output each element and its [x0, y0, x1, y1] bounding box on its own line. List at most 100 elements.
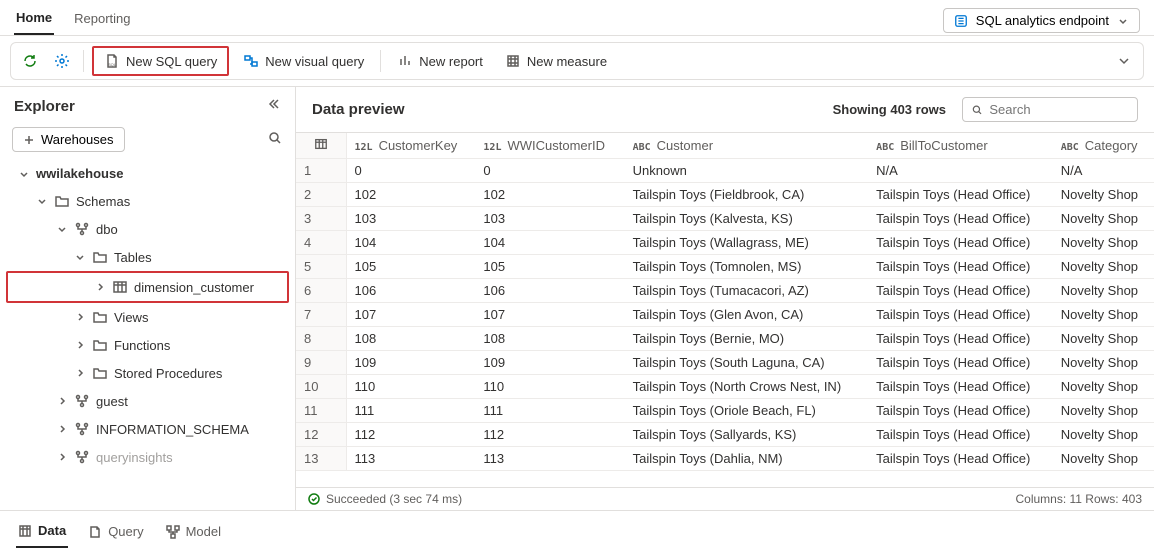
- data-cell: Novelty Shop: [1053, 351, 1154, 375]
- tree-node-schemas[interactable]: Schemas: [0, 187, 295, 215]
- bottom-tab-model[interactable]: Model: [164, 520, 223, 547]
- chevron-right-icon: [74, 311, 86, 323]
- tree-node-queryinsights[interactable]: queryinsights: [0, 443, 295, 471]
- table-row[interactable]: 11111111Tailspin Toys (Oriole Beach, FL)…: [296, 399, 1154, 423]
- chevron-right-icon: [56, 451, 68, 463]
- model-icon: [166, 525, 180, 539]
- database-icon: [954, 14, 968, 28]
- tree-label: dbo: [96, 222, 118, 237]
- chevron-right-icon: [94, 281, 106, 293]
- table-icon: [314, 137, 328, 151]
- data-cell: Novelty Shop: [1053, 231, 1154, 255]
- tree-node-information-schema[interactable]: INFORMATION_SCHEMA: [0, 415, 295, 443]
- column-header[interactable]: ABCCustomer: [625, 133, 869, 159]
- new-measure-button[interactable]: New measure: [497, 48, 615, 74]
- data-cell: 107: [346, 303, 475, 327]
- add-warehouses-button[interactable]: Warehouses: [12, 127, 125, 152]
- table-row[interactable]: 8108108Tailspin Toys (Bernie, MO)Tailspi…: [296, 327, 1154, 351]
- explorer-search-button[interactable]: [267, 130, 283, 149]
- chevron-right-icon: [74, 367, 86, 379]
- preview-row-count: Showing 403 rows: [833, 102, 946, 117]
- collapse-explorer-button[interactable]: [267, 97, 281, 115]
- table-row[interactable]: 3103103Tailspin Toys (Kalvesta, KS)Tails…: [296, 207, 1154, 231]
- type-indicator: ABC: [1061, 142, 1079, 153]
- data-cell: 105: [346, 255, 475, 279]
- data-cell: Tailspin Toys (Head Office): [868, 447, 1053, 471]
- tree-node-dbo[interactable]: dbo: [0, 215, 295, 243]
- bottom-tab-data[interactable]: Data: [16, 519, 68, 548]
- tab-home[interactable]: Home: [14, 6, 54, 35]
- success-icon: [308, 493, 320, 505]
- table-row[interactable]: 9109109Tailspin Toys (South Laguna, CA)T…: [296, 351, 1154, 375]
- data-cell: Tailspin Toys (South Laguna, CA): [625, 351, 869, 375]
- endpoint-dropdown[interactable]: SQL analytics endpoint: [943, 8, 1140, 33]
- chevron-down-icon: [1116, 53, 1132, 69]
- data-cell: 111: [346, 399, 475, 423]
- data-cell: N/A: [868, 159, 1053, 183]
- new-report-button[interactable]: New report: [389, 48, 491, 74]
- type-indicator: 12L: [483, 142, 501, 153]
- bottom-tab-label: Data: [38, 523, 66, 538]
- divider: [83, 50, 84, 72]
- table-row[interactable]: 7107107Tailspin Toys (Glen Avon, CA)Tail…: [296, 303, 1154, 327]
- column-header[interactable]: ABCCategory: [1053, 133, 1154, 159]
- table-row[interactable]: 100UnknownN/AN/A: [296, 159, 1154, 183]
- refresh-button[interactable]: [17, 48, 43, 74]
- table-row[interactable]: 12112112Tailspin Toys (Sallyards, KS)Tai…: [296, 423, 1154, 447]
- status-text: Succeeded (3 sec 74 ms): [326, 492, 462, 506]
- chevron-down-icon: [36, 195, 48, 207]
- tree-node-functions[interactable]: Functions: [0, 331, 295, 359]
- data-cell: Tailspin Toys (Kalvesta, KS): [625, 207, 869, 231]
- tree-label: queryinsights: [96, 450, 173, 465]
- new-sql-query-button[interactable]: SQL New SQL query: [92, 46, 229, 76]
- data-cell: 109: [346, 351, 475, 375]
- report-icon: [397, 53, 413, 69]
- data-cell: 106: [475, 279, 624, 303]
- settings-button[interactable]: [49, 48, 75, 74]
- data-cell: Tailspin Toys (Head Office): [868, 303, 1053, 327]
- data-cell: 102: [346, 183, 475, 207]
- tree-node-lakehouse[interactable]: wwilakehouse: [0, 160, 295, 187]
- table-row[interactable]: 2102102Tailspin Toys (Fieldbrook, CA)Tai…: [296, 183, 1154, 207]
- measure-icon: [505, 53, 521, 69]
- data-cell: 103: [346, 207, 475, 231]
- new-measure-label: New measure: [527, 54, 607, 69]
- data-cell: 104: [346, 231, 475, 255]
- table-row[interactable]: 10110110Tailspin Toys (North Crows Nest,…: [296, 375, 1154, 399]
- row-number-cell: 2: [296, 183, 346, 207]
- table-row[interactable]: 6106106Tailspin Toys (Tumacacori, AZ)Tai…: [296, 279, 1154, 303]
- preview-search-box[interactable]: [962, 97, 1138, 122]
- tree-label: dimension_customer: [134, 280, 254, 295]
- column-header[interactable]: 12LWWICustomerID: [475, 133, 624, 159]
- table-row[interactable]: 13113113Tailspin Toys (Dahlia, NM)Tailsp…: [296, 447, 1154, 471]
- new-report-label: New report: [419, 54, 483, 69]
- gear-icon: [54, 53, 70, 69]
- tree-label: guest: [96, 394, 128, 409]
- tree-node-guest[interactable]: guest: [0, 387, 295, 415]
- row-number-cell: 6: [296, 279, 346, 303]
- tab-reporting[interactable]: Reporting: [72, 7, 132, 34]
- more-button[interactable]: [1111, 48, 1137, 74]
- data-cell: Tailspin Toys (Head Office): [868, 351, 1053, 375]
- column-header[interactable]: 12LCustomerKey: [346, 133, 475, 159]
- chevron-right-icon: [56, 395, 68, 407]
- data-cell: Tailspin Toys (Head Office): [868, 183, 1053, 207]
- preview-search-input[interactable]: [989, 102, 1129, 117]
- new-visual-query-button[interactable]: New visual query: [235, 48, 372, 74]
- table-row[interactable]: 4104104Tailspin Toys (Wallagrass, ME)Tai…: [296, 231, 1154, 255]
- data-cell: 112: [346, 423, 475, 447]
- table-row[interactable]: 5105105Tailspin Toys (Tomnolen, MS)Tails…: [296, 255, 1154, 279]
- tree-node-dimension-customer[interactable]: dimension_customer: [6, 271, 289, 303]
- chevron-down-icon: [18, 168, 30, 180]
- tree-node-views[interactable]: Views: [0, 303, 295, 331]
- data-cell: Novelty Shop: [1053, 423, 1154, 447]
- toolbar: SQL New SQL query New visual query New r…: [10, 42, 1144, 80]
- bottom-tab-query[interactable]: Query: [86, 520, 145, 547]
- tree-node-stored-procedures[interactable]: Stored Procedures: [0, 359, 295, 387]
- data-cell: Novelty Shop: [1053, 375, 1154, 399]
- data-cell: Tailspin Toys (North Crows Nest, IN): [625, 375, 869, 399]
- data-cell: 112: [475, 423, 624, 447]
- column-header[interactable]: ABCBillToCustomer: [868, 133, 1053, 159]
- data-grid[interactable]: 12LCustomerKey12LWWICustomerIDABCCustome…: [296, 132, 1154, 487]
- tree-node-tables[interactable]: Tables: [0, 243, 295, 271]
